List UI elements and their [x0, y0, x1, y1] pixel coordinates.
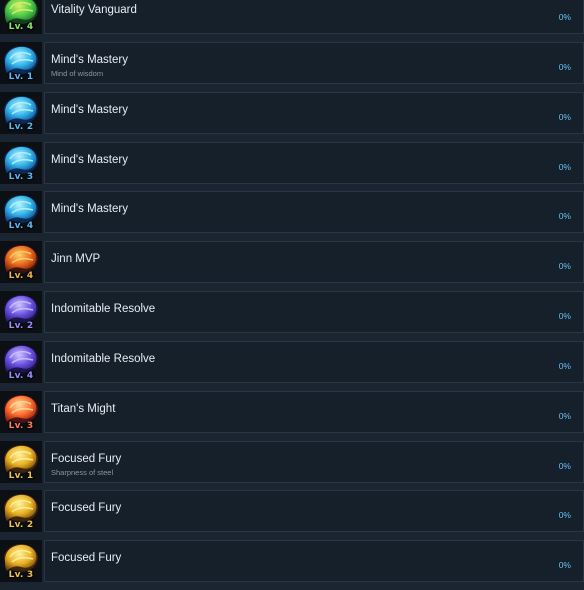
achievement-row[interactable]: Lv. 2 Indomitable Resolve 0%	[0, 291, 584, 334]
achievement-row[interactable]: Lv. 4 Mind's Mastery 0%	[0, 191, 584, 234]
achievement-title: Focused Fury	[51, 502, 122, 515]
achievement-list: Lv. 4 Vitality Vanguard 0% Lv. 1 Mind's Mast…	[0, 0, 584, 590]
achievement-title: Mind's Mastery	[51, 153, 128, 166]
progress-percent: 0%	[558, 111, 571, 122]
achievement-title: Vitality Vanguard	[51, 4, 137, 16]
achievement-title: Focused Fury	[51, 552, 122, 565]
achievement-row[interactable]: Lv. 4 Jinn MVP 0%	[0, 241, 584, 284]
achievement-body: Mind's Mastery Mind of wisdom 0%	[44, 41, 584, 84]
progress-percent: 0%	[558, 311, 571, 322]
achievement-icon: Lv. 4	[0, 241, 42, 284]
level-badge: Lv. 2	[8, 520, 34, 531]
progress-percent: 0%	[558, 360, 571, 371]
achievement-title: Titan's Might	[51, 402, 116, 415]
progress-percent: 0%	[558, 560, 571, 571]
progress-percent: 0%	[558, 460, 571, 471]
level-badge: Lv. 4	[8, 271, 34, 282]
achievement-icon: Lv. 1	[0, 440, 42, 483]
achievement-title: Indomitable Resolve	[51, 352, 156, 365]
achievement-body: Focused Fury 0%	[44, 490, 584, 533]
achievement-row[interactable]: Lv. 4 Vitality Vanguard 0%	[0, 0, 584, 34]
achievement-body: Titan's Might 0%	[44, 390, 584, 433]
achievement-description: Sharpness of steel	[51, 467, 114, 477]
achievement-description: Mind of wisdom	[51, 68, 104, 78]
achievement-body: Mind's Mastery 0%	[44, 91, 584, 134]
achievement-icon: Lv. 4	[0, 0, 42, 34]
achievement-body: Indomitable Resolve 0%	[44, 340, 584, 383]
achievement-title: Mind's Mastery	[51, 103, 128, 116]
progress-percent: 0%	[558, 12, 571, 22]
achievement-row[interactable]: Lv. 3 Focused Fury 0%	[0, 540, 584, 583]
level-badge: Lv. 4	[8, 22, 34, 32]
achievement-body: Focused Fury 0%	[44, 540, 584, 583]
achievement-icon: Lv. 1	[0, 41, 42, 84]
achievement-title: Mind's Mastery	[51, 203, 128, 216]
achievement-row[interactable]: Lv. 1 Focused Fury Sharpness of steel 0%	[0, 440, 584, 483]
achievement-row[interactable]: Lv. 2 Mind's Mastery 0%	[0, 91, 584, 134]
progress-percent: 0%	[558, 161, 571, 172]
level-badge: Lv. 2	[8, 321, 34, 332]
achievement-body: Indomitable Resolve 0%	[44, 291, 584, 334]
level-badge: Lv. 3	[8, 420, 34, 431]
achievement-row[interactable]: Lv. 1 Mind's Mastery Mind of wisdom 0%	[0, 41, 584, 84]
achievement-title: Focused Fury	[51, 452, 122, 465]
achievement-icon: Lv. 4	[0, 191, 42, 234]
achievement-icon: Lv. 2	[0, 291, 42, 334]
achievement-title: Indomitable Resolve	[51, 303, 156, 316]
achievement-row[interactable]: Lv. 3 Mind's Mastery 0%	[0, 141, 584, 184]
level-badge: Lv. 1	[8, 470, 34, 481]
achievement-body: Jinn MVP 0%	[44, 241, 584, 284]
achievement-icon: Lv. 3	[0, 540, 42, 583]
achievement-icon: Lv. 4	[0, 340, 42, 383]
progress-percent: 0%	[558, 510, 571, 521]
level-badge: Lv. 2	[8, 121, 34, 132]
progress-percent: 0%	[558, 211, 571, 222]
achievement-body: Mind's Mastery 0%	[44, 141, 584, 184]
progress-percent: 0%	[558, 61, 571, 72]
level-badge: Lv. 3	[8, 171, 34, 182]
level-badge: Lv. 1	[8, 71, 34, 82]
achievement-title: Mind's Mastery	[51, 53, 128, 66]
achievement-icon: Lv. 3	[0, 141, 42, 184]
achievement-title: Jinn MVP	[51, 253, 101, 266]
achievement-icon: Lv. 3	[0, 390, 42, 433]
level-badge: Lv. 3	[8, 570, 34, 581]
level-badge: Lv. 4	[8, 370, 34, 381]
achievement-body: Focused Fury Sharpness of steel 0%	[44, 440, 584, 483]
achievement-row[interactable]: Lv. 2 Focused Fury 0%	[0, 490, 584, 533]
achievement-body: Mind's Mastery 0%	[44, 191, 584, 234]
achievement-icon: Lv. 2	[0, 490, 42, 533]
achievement-body: Vitality Vanguard 0%	[44, 0, 584, 34]
achievement-icon: Lv. 2	[0, 91, 42, 134]
achievement-row[interactable]: Lv. 4 Indomitable Resolve 0%	[0, 340, 584, 383]
level-badge: Lv. 4	[8, 221, 34, 232]
achievement-row[interactable]: Lv. 3 Titan's Might 0%	[0, 390, 584, 433]
progress-percent: 0%	[558, 410, 571, 421]
progress-percent: 0%	[558, 261, 571, 272]
